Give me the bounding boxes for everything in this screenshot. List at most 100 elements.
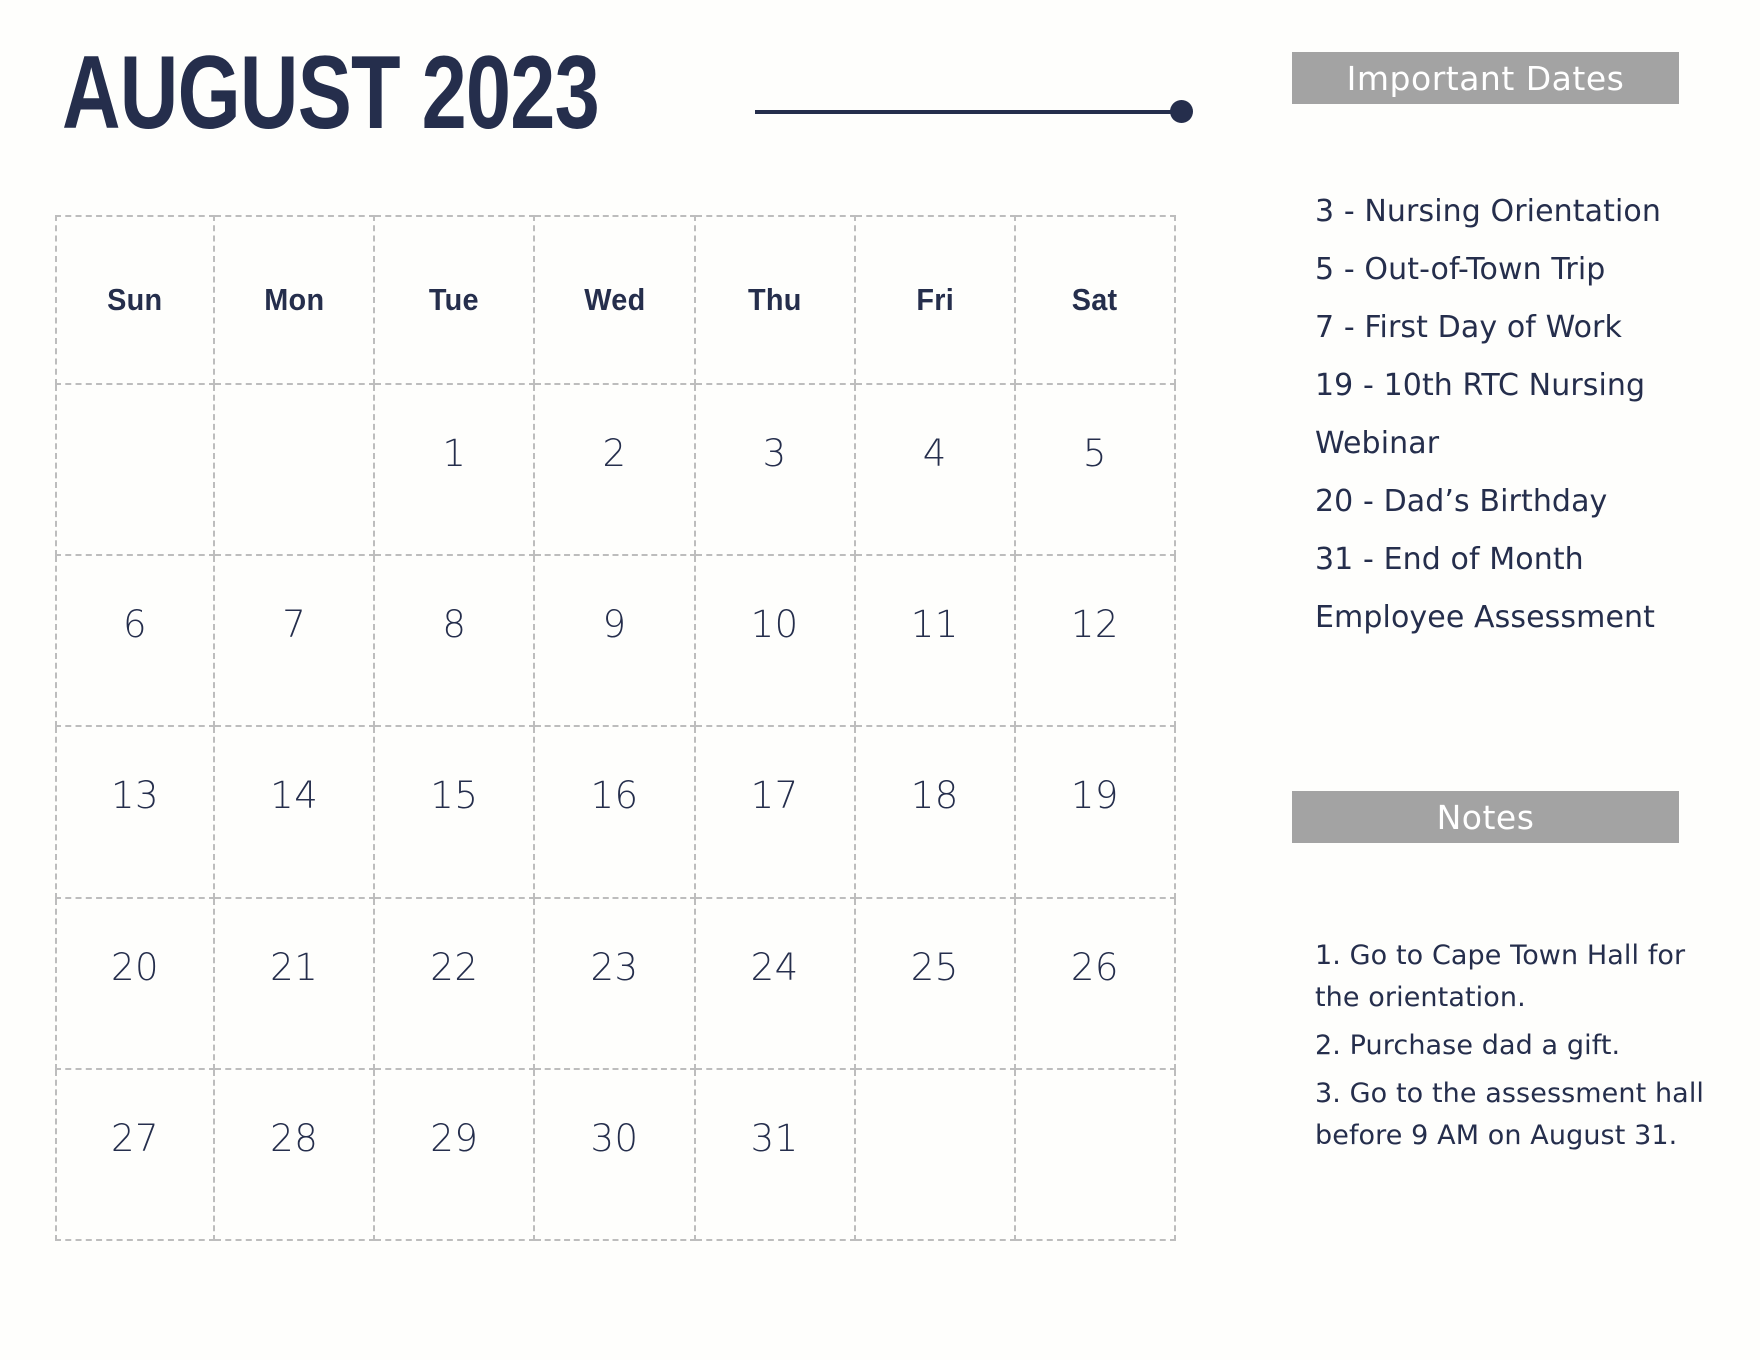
calendar-day-cell[interactable]: 8 <box>375 556 536 728</box>
important-dates-header: Important Dates <box>1292 52 1679 104</box>
calendar-empty-cell <box>215 385 376 557</box>
calendar-day-cell[interactable]: 11 <box>855 556 1016 728</box>
calendar-day-number: 29 <box>430 1116 479 1160</box>
calendar-day-number: 4 <box>922 432 947 475</box>
day-header-fri: Fri <box>855 215 1016 385</box>
calendar-day-cell[interactable]: 15 <box>375 727 536 899</box>
calendar-day-number: 17 <box>750 774 799 818</box>
important-date-item: 20 - Dad’s Birthday <box>1315 484 1608 519</box>
title-divider-line <box>755 110 1180 114</box>
calendar-day-number: 26 <box>1070 945 1119 989</box>
calendar-day-cell[interactable]: 3 <box>695 385 856 557</box>
day-header-mon: Mon <box>215 215 376 385</box>
day-header-label: Tue <box>429 282 480 317</box>
calendar-day-cell[interactable]: 21 <box>215 898 376 1070</box>
note-item: 2. Purchase dad a gift. <box>1315 1030 1621 1061</box>
calendar-day-cell[interactable]: 7 <box>215 556 376 728</box>
notes-list: 1. Go to Cape Town Hall for the orientat… <box>1315 935 1705 1163</box>
important-dates-title: Important Dates <box>1346 58 1625 98</box>
calendar-day-number: 24 <box>750 945 799 989</box>
calendar-day-number: 30 <box>590 1116 639 1160</box>
calendar-day-cell[interactable]: 1 <box>375 385 536 557</box>
calendar-day-cell[interactable]: 13 <box>55 727 216 899</box>
notes-header: Notes <box>1292 791 1679 843</box>
day-header-sat: Sat <box>1015 215 1176 385</box>
calendar-day-cell[interactable]: 23 <box>535 898 696 1070</box>
calendar-day-cell[interactable]: 20 <box>55 898 216 1070</box>
calendar-day-cell[interactable]: 14 <box>215 727 376 899</box>
page-title: AUGUST 2023 <box>62 35 600 151</box>
calendar-day-number: 6 <box>123 603 148 647</box>
calendar-day-cell[interactable]: 4 <box>855 385 1016 557</box>
calendar-day-number: 18 <box>910 774 959 818</box>
calendar-day-cell[interactable]: 26 <box>1015 898 1176 1070</box>
calendar-day-number: 2 <box>602 432 627 475</box>
day-header-thu: Thu <box>695 215 856 385</box>
day-header-label: Sat <box>1072 282 1118 317</box>
calendar-day-number: 28 <box>270 1116 319 1160</box>
calendar-day-number: 19 <box>1070 774 1119 818</box>
calendar-day-number: 21 <box>270 945 319 989</box>
calendar-day-cell[interactable]: 10 <box>695 556 856 728</box>
calendar-day-number: 31 <box>750 1116 799 1160</box>
important-date-item: 31 - End of Month Employee Assessment <box>1315 542 1655 635</box>
day-header-label: Thu <box>747 282 802 317</box>
important-date-item: 3 - Nursing Orientation <box>1315 194 1661 229</box>
calendar-day-cell[interactable]: 29 <box>375 1069 536 1241</box>
calendar-day-number: 15 <box>430 774 479 818</box>
calendar-day-number: 12 <box>1070 603 1119 647</box>
calendar-day-cell[interactable]: 2 <box>535 385 696 557</box>
calendar-day-cell[interactable]: 5 <box>1015 385 1176 557</box>
calendar-day-number: 27 <box>111 1116 160 1160</box>
calendar-day-number: 13 <box>111 774 160 818</box>
calendar-day-number: 10 <box>750 603 799 647</box>
calendar-day-number: 14 <box>270 774 319 818</box>
calendar-day-number: 8 <box>442 603 467 647</box>
calendar-day-cell[interactable]: 9 <box>535 556 696 728</box>
calendar-day-number: 3 <box>762 432 787 475</box>
page-header: AUGUST 2023 <box>62 35 1193 151</box>
day-header-sun: Sun <box>55 215 216 385</box>
calendar-empty-cell <box>855 1069 1016 1241</box>
notes-title: Notes <box>1436 797 1535 837</box>
calendar-day-cell[interactable]: 25 <box>855 898 1016 1070</box>
calendar-day-cell[interactable]: 6 <box>55 556 216 728</box>
calendar-day-number: 25 <box>910 945 959 989</box>
calendar-day-number: 9 <box>602 603 627 647</box>
calendar-day-number: 1 <box>442 432 467 475</box>
day-header-tue: Tue <box>375 215 536 385</box>
calendar-day-cell[interactable]: 28 <box>215 1069 376 1241</box>
calendar-day-cell[interactable]: 22 <box>375 898 536 1070</box>
day-header-label: Mon <box>264 282 325 317</box>
calendar-day-number: 5 <box>1082 432 1107 475</box>
title-divider-dot <box>1170 100 1193 123</box>
calendar-day-number: 16 <box>590 774 639 818</box>
calendar-day-number: 20 <box>111 945 160 989</box>
day-header-wed: Wed <box>535 215 696 385</box>
important-date-item: 19 - 10th RTC Nursing Webinar <box>1315 368 1646 461</box>
calendar-grid: Sun Mon Tue Wed Thu Fri Sat 1 2 3 4 5 6 7 8 9 10 11 12 13 14… <box>55 215 1176 1241</box>
calendar-day-cell[interactable]: 16 <box>535 727 696 899</box>
calendar-day-cell[interactable]: 18 <box>855 727 1016 899</box>
note-item: 1. Go to Cape Town Hall for the orientat… <box>1315 940 1686 1013</box>
calendar-day-cell[interactable]: 24 <box>695 898 856 1070</box>
calendar-day-cell[interactable]: 30 <box>535 1069 696 1241</box>
day-header-label: Sun <box>107 282 163 317</box>
important-dates-list: 3 - Nursing Orientation 5 - Out-of-Town T… <box>1315 183 1715 647</box>
calendar-day-number: 23 <box>590 945 639 989</box>
important-date-item: 5 - Out-of-Town Trip <box>1315 252 1606 287</box>
calendar-day-cell[interactable]: 27 <box>55 1069 216 1241</box>
calendar-day-cell[interactable]: 31 <box>695 1069 856 1241</box>
calendar-empty-cell <box>55 385 216 557</box>
day-header-label: Wed <box>583 282 646 317</box>
day-header-label: Fri <box>915 282 954 317</box>
calendar-empty-cell <box>1015 1069 1176 1241</box>
important-date-item: 7 - First Day of Work <box>1315 310 1622 345</box>
calendar-day-cell[interactable]: 17 <box>695 727 856 899</box>
note-item: 3. Go to the assessment hall before 9 AM… <box>1315 1078 1705 1151</box>
calendar-day-cell[interactable]: 12 <box>1015 556 1176 728</box>
calendar-day-number: 22 <box>430 945 479 989</box>
calendar-day-number: 7 <box>282 603 307 647</box>
calendar-day-number: 11 <box>910 603 959 647</box>
calendar-day-cell[interactable]: 19 <box>1015 727 1176 899</box>
